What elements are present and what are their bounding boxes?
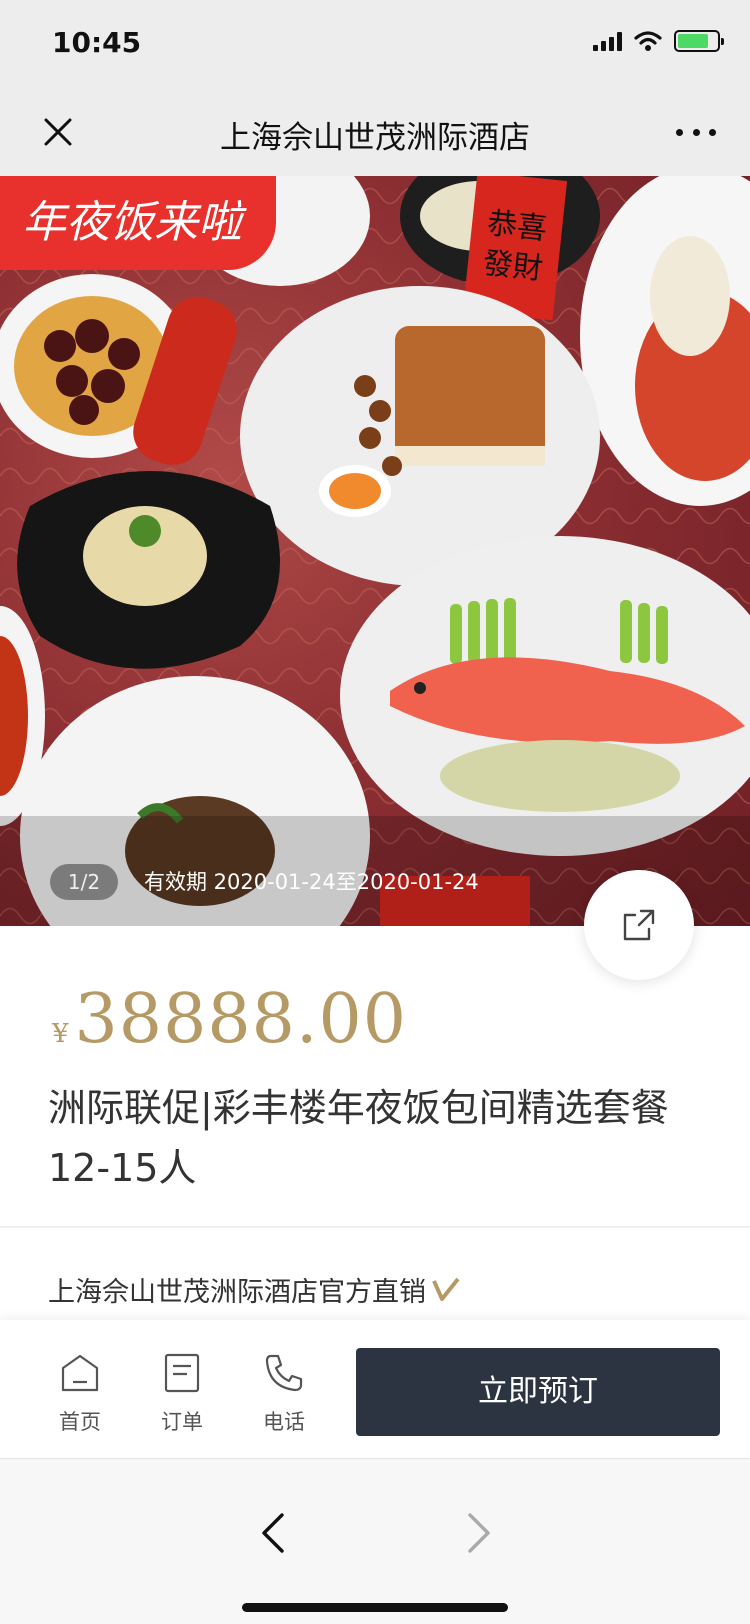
battery-fill [678, 34, 709, 48]
orders-action[interactable]: 订单 [142, 1352, 222, 1436]
order-icon [164, 1353, 200, 1393]
status-bar: 10:45 [0, 0, 750, 90]
status-icons [593, 30, 724, 52]
home-icon [61, 1354, 99, 1392]
verified-icon [432, 1277, 460, 1301]
divider [0, 1226, 750, 1228]
food-illustration: 恭喜 發財 [0, 176, 750, 926]
hero-image[interactable]: 恭喜 發財 年夜饭来啦 1/2 有效期 2020-01-24至2020-01-2… [0, 176, 750, 926]
nav-bar: 上海佘山世茂洲际酒店 [0, 90, 750, 176]
promo-tag: 年夜饭来啦 [0, 176, 276, 270]
validity-text: 有效期 2020-01-24至2020-01-24 [144, 870, 479, 894]
phone-action[interactable]: 电话 [244, 1352, 324, 1436]
home-action[interactable]: 首页 [40, 1352, 120, 1436]
phone-label: 电话 [263, 1410, 305, 1434]
orders-label: 订单 [161, 1410, 203, 1434]
home-indicator [242, 1603, 508, 1612]
product-title: 洲际联促|彩丰楼年夜饭包间精选套餐12-15人 [48, 1086, 669, 1190]
action-bar: 首页 订单 电话 立即预订 [0, 1320, 750, 1458]
price-currency: ¥ [52, 1019, 69, 1049]
back-chevron-icon[interactable] [258, 1511, 288, 1555]
seller-info[interactable]: 上海佘山世茂洲际酒店官方直销 [48, 1270, 460, 1309]
browser-nav-bar [0, 1458, 750, 1624]
book-now-button[interactable]: 立即预订 [356, 1348, 720, 1436]
battery-icon [674, 30, 724, 52]
svg-text:恭喜: 恭喜 [485, 206, 548, 247]
signal-icon [593, 31, 622, 51]
phone-icon [265, 1354, 303, 1392]
forward-chevron-icon[interactable] [464, 1511, 494, 1555]
status-time: 10:45 [52, 26, 142, 59]
more-icon[interactable] [676, 116, 716, 148]
page-title: 上海佘山世茂洲际酒店 [220, 120, 530, 156]
price-value: 38888.00 [74, 980, 408, 1059]
svg-text:發財: 發財 [481, 246, 544, 287]
seller-name: 上海佘山世茂洲际酒店官方直销 [48, 1277, 426, 1308]
price: ¥ 38888.00 [52, 980, 407, 1059]
wifi-icon [634, 31, 662, 51]
share-button[interactable] [584, 870, 694, 980]
home-label: 首页 [59, 1410, 101, 1434]
image-counter: 1/2 [50, 864, 118, 900]
share-icon [623, 909, 655, 941]
